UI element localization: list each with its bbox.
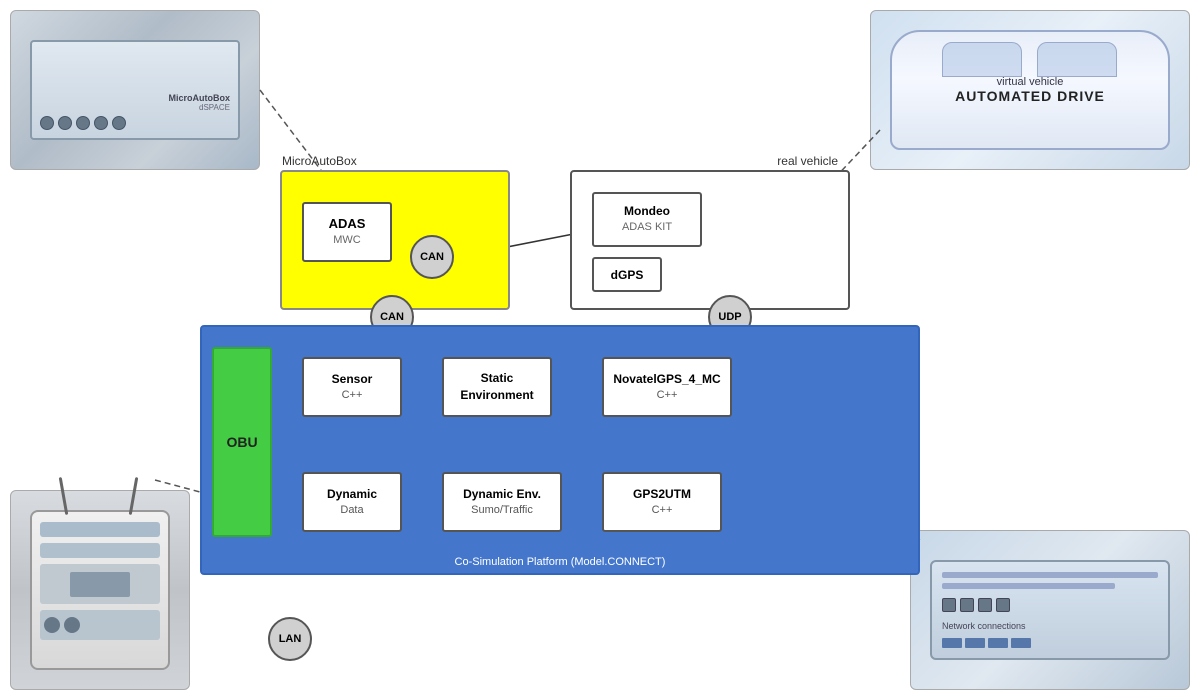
obu-inner-box: OBU: [212, 347, 272, 537]
adas-label: ADAS: [329, 216, 366, 233]
photo-microautobox: MicroAutoBox dSPACE: [10, 10, 260, 170]
dynamic-data-box: Dynamic Data: [302, 472, 402, 532]
sensor-sub: C++: [342, 388, 363, 403]
gps2utm-label: GPS2UTM: [633, 486, 691, 503]
microautobox-label: MicroAutoBox: [282, 154, 357, 168]
sensor-box: Sensor C++: [302, 357, 402, 417]
adas-sub: MWC: [333, 233, 361, 247]
sensor-label: Sensor: [332, 371, 373, 388]
vehicle-sub: AUTOMATED DRIVE: [955, 88, 1105, 104]
gps2utm-box: GPS2UTM C++: [602, 472, 722, 532]
static-env-sub: Environment: [460, 387, 533, 404]
photo-vehicle: virtual vehicle AUTOMATED DRIVE: [870, 10, 1190, 170]
obu-inner-label: OBU: [226, 434, 257, 450]
lan-label: LAN: [279, 633, 302, 645]
udp-label: UDP: [718, 311, 741, 323]
dgps-box: dGPS: [592, 257, 662, 292]
dynamic-data-sub: Data: [340, 503, 363, 518]
photo-obu: [10, 490, 190, 690]
autobox-brand-label: MicroAutoBox: [40, 93, 230, 103]
autobox-sub-label: dSPACE: [40, 103, 230, 112]
can-node-top: CAN: [410, 235, 454, 279]
static-env-box: Static Environment: [442, 357, 552, 417]
platform-label: Co-Simulation Platform (Model.CONNECT): [455, 556, 666, 568]
novatel-label: NovatelGPS_4_MC: [613, 371, 720, 388]
dynamic-data-label: Dynamic: [327, 486, 377, 503]
dynamic-env-sub: Sumo/Traffic: [471, 503, 533, 518]
real-vehicle-box: real vehicle Mondeo ADAS KIT dGPS: [570, 170, 850, 310]
adas-box: ADAS MWC: [302, 202, 392, 262]
can-top-label: CAN: [420, 251, 444, 263]
mondeo-sub: ADAS KIT: [622, 220, 672, 235]
dgps-label: dGPS: [611, 268, 644, 282]
real-vehicle-label: real vehicle: [777, 154, 838, 168]
dynamic-env-label: Dynamic Env.: [463, 486, 541, 503]
vehicle-brand: virtual vehicle: [955, 76, 1105, 88]
mondeo-label: Mondeo: [624, 203, 670, 220]
lan-node: LAN: [268, 617, 312, 661]
mondeo-box: Mondeo ADAS KIT: [592, 192, 702, 247]
can-mid-label: CAN: [380, 311, 404, 323]
static-env-label: Static: [481, 370, 514, 387]
microautobox-box: MicroAutoBox ADAS MWC: [280, 170, 510, 310]
diagram: MicroAutoBox ADAS MWC real vehicle Monde…: [200, 170, 980, 600]
gps2utm-sub: C++: [652, 503, 673, 518]
novatel-box: NovatelGPS_4_MC C++: [602, 357, 732, 417]
platform-box: OBU Sensor C++ Static Environment Novate…: [200, 325, 920, 575]
dynamic-env-box: Dynamic Env. Sumo/Traffic: [442, 472, 562, 532]
novatel-sub: C++: [657, 388, 678, 403]
